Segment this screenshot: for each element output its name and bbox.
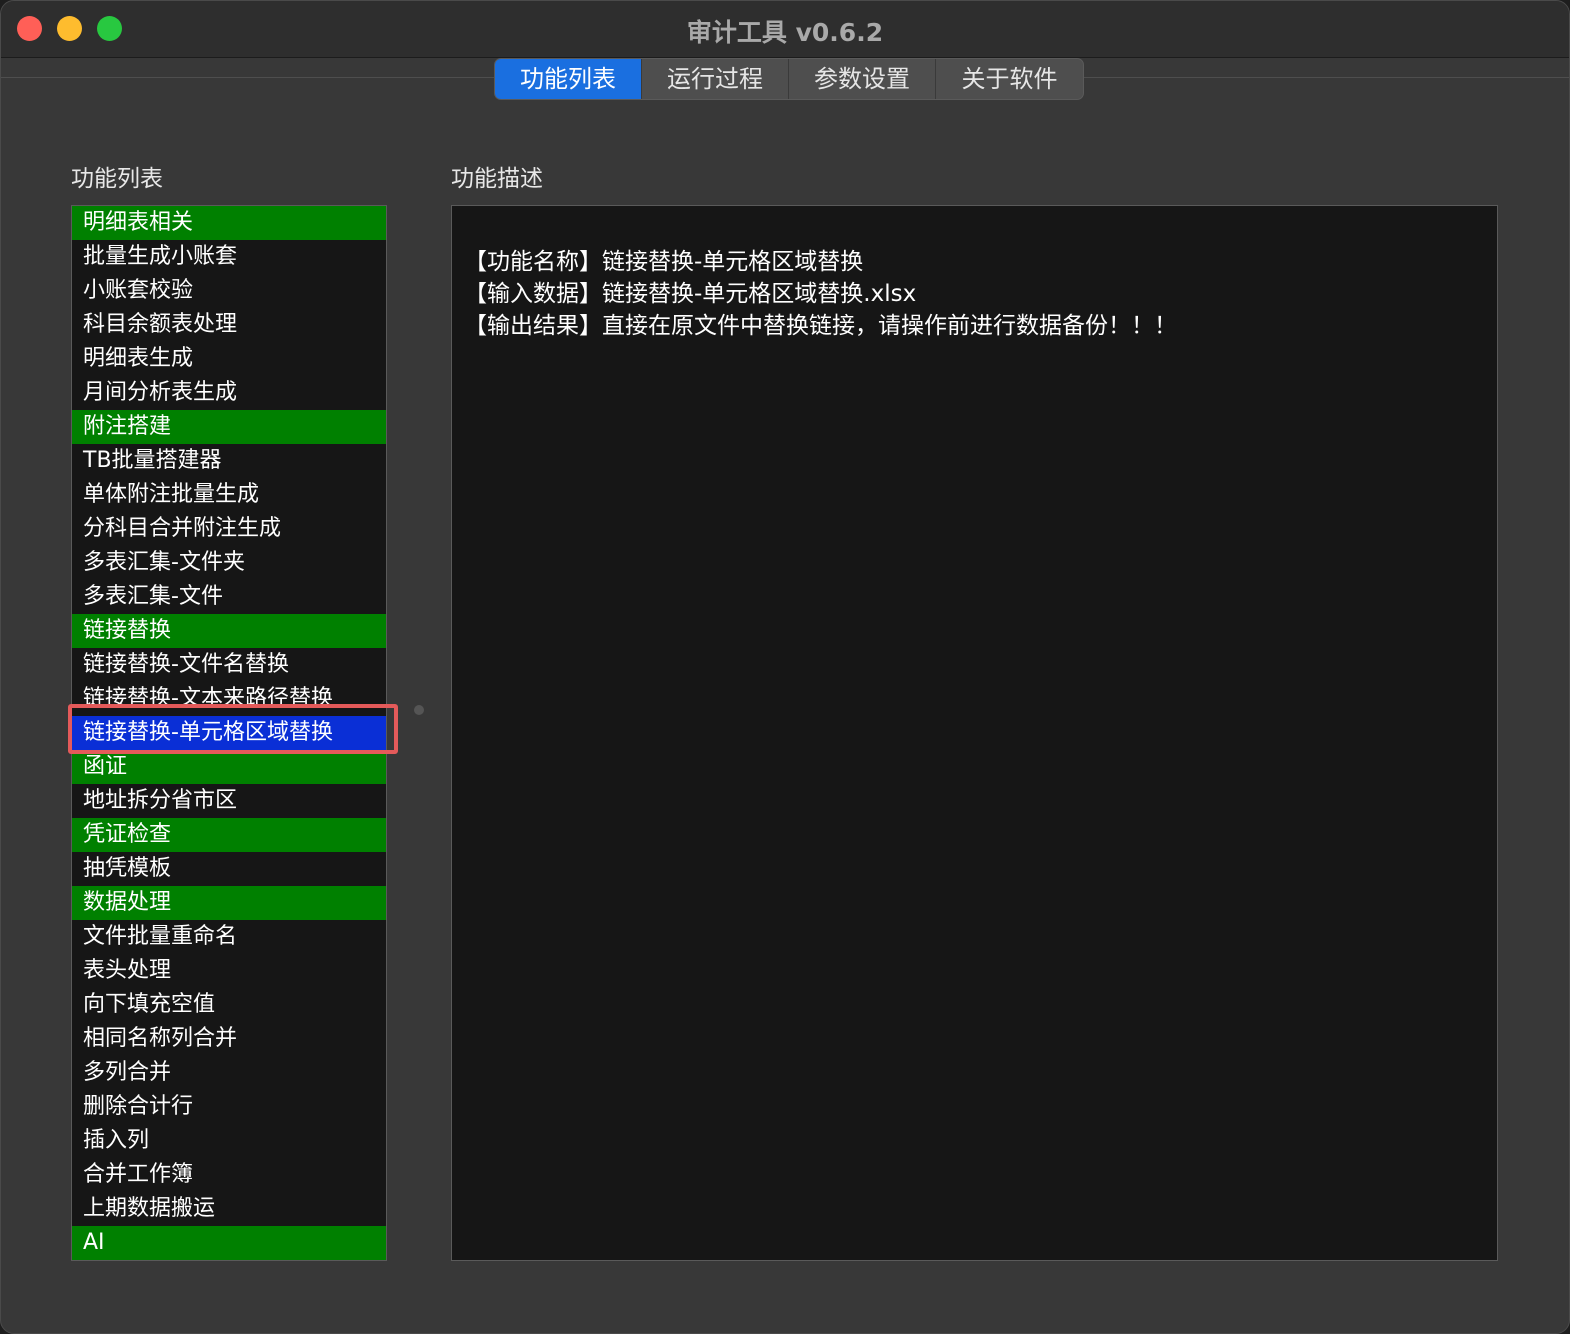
list-item[interactable]: 上期数据搬运 [72, 1192, 386, 1226]
function-description-label: 功能描述 [451, 166, 543, 192]
description-line: 【输出结果】直接在原文件中替换链接，请操作前进行数据备份！！！ [464, 313, 1177, 339]
description-line: 【功能名称】链接替换-单元格区域替换 [464, 249, 864, 275]
list-category-header[interactable]: 凭证检查 [72, 818, 386, 852]
description-line: 【输入数据】链接替换-单元格区域替换.xlsx [464, 281, 917, 307]
list-item[interactable]: 地址拆分省市区 [72, 784, 386, 818]
list-item[interactable]: 批量生成小账套 [72, 240, 386, 274]
app-window: 审计工具 v0.6.2 功能列表 运行过程 参数设置 关于软件 功能列表 功能描述 明… [0, 0, 1570, 1334]
list-item[interactable]: 相同名称列合并 [72, 1022, 386, 1056]
list-item[interactable]: 多表汇集-文件夹 [72, 546, 386, 580]
title-bar: 审计工具 v0.6.2 [1, 1, 1569, 58]
list-item[interactable]: 多表汇集-文件 [72, 580, 386, 614]
splitter-handle[interactable] [414, 705, 424, 715]
list-item[interactable]: 多列合并 [72, 1056, 386, 1090]
window-title: 审计工具 v0.6.2 [686, 18, 884, 47]
list-item[interactable]: 分科目合并附注生成 [72, 512, 386, 546]
tab-3[interactable]: 关于软件 [936, 59, 1083, 99]
selection-highlight-box [68, 704, 398, 754]
list-item[interactable]: 单体附注批量生成 [72, 478, 386, 512]
list-item[interactable]: 小账套校验 [72, 274, 386, 308]
list-item[interactable]: 删除合计行 [72, 1090, 386, 1124]
list-item[interactable]: 插入列 [72, 1124, 386, 1158]
list-category-header[interactable]: 数据处理 [72, 886, 386, 920]
tab-0[interactable]: 功能列表 [495, 59, 642, 99]
list-item[interactable]: 月间分析表生成 [72, 376, 386, 410]
list-category-header[interactable]: AI [72, 1226, 386, 1260]
tab-1[interactable]: 运行过程 [642, 59, 789, 99]
list-item[interactable]: 链接替换-文件名替换 [72, 648, 386, 682]
list-item[interactable]: 合并工作簿 [72, 1158, 386, 1192]
list-item[interactable]: 抽凭模板 [72, 852, 386, 886]
list-item[interactable]: TB批量搭建器 [72, 444, 386, 478]
list-item[interactable]: 文件批量重命名 [72, 920, 386, 954]
function-description-panel: 【功能名称】链接替换-单元格区域替换【输入数据】链接替换-单元格区域替换.xls… [451, 205, 1498, 1261]
list-item[interactable]: 表头处理 [72, 954, 386, 988]
list-category-header[interactable]: 链接替换 [72, 614, 386, 648]
function-list-label: 功能列表 [71, 166, 163, 192]
tab-2[interactable]: 参数设置 [789, 59, 936, 99]
list-category-header[interactable]: 明细表相关 [72, 206, 386, 240]
list-item[interactable]: 向下填充空值 [72, 988, 386, 1022]
list-category-header[interactable]: 附注搭建 [72, 410, 386, 444]
list-item[interactable]: 科目余额表处理 [72, 308, 386, 342]
list-item[interactable]: 明细表生成 [72, 342, 386, 376]
tab-bar: 功能列表 运行过程 参数设置 关于软件 [494, 58, 1084, 100]
list-category-header[interactable]: 函证 [72, 750, 386, 784]
